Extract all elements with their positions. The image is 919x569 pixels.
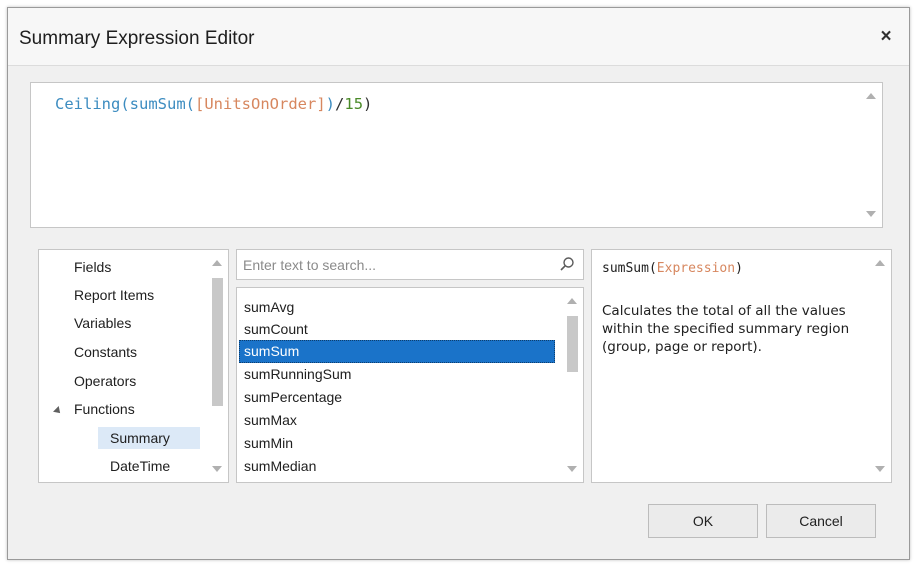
list-item-summin[interactable]: sumMin xyxy=(239,432,555,455)
scroll-up-icon[interactable] xyxy=(866,93,876,99)
list-item-sumrunningsum[interactable]: sumRunningSum xyxy=(239,363,555,386)
list-item-sumavg[interactable]: sumAvg xyxy=(239,296,555,319)
list-item-summax[interactable]: sumMax xyxy=(239,409,555,432)
tree-item-label: DateTime xyxy=(110,458,171,474)
list-item-sumpercentage[interactable]: sumPercentage xyxy=(239,386,555,409)
signature-paren: ) xyxy=(735,261,743,276)
list-scrollbar[interactable] xyxy=(561,288,583,482)
cancel-button[interactable]: Cancel xyxy=(766,504,876,538)
function-description-text: Calculates the total of all the values w… xyxy=(602,303,850,355)
list-item-sumsum[interactable]: sumSum xyxy=(239,340,555,363)
tree-item-operators[interactable]: Operators xyxy=(74,370,136,392)
tree-item-datetime[interactable]: DateTime xyxy=(98,455,200,477)
function-search-input[interactable]: Enter text to search... xyxy=(236,249,584,280)
tree-item-fields[interactable]: Fields xyxy=(74,256,111,278)
close-button[interactable]: × xyxy=(875,26,897,48)
title-bar: Summary Expression Editor × xyxy=(8,8,909,66)
token-function-sumsum: sumSum xyxy=(129,95,186,113)
list-item-summedian[interactable]: sumMedian xyxy=(239,455,555,478)
search-icon[interactable] xyxy=(559,256,575,272)
token-op: / xyxy=(335,95,345,113)
scroll-down-icon[interactable] xyxy=(875,466,885,472)
signature-param: Expression xyxy=(656,261,736,276)
tree-item-constants[interactable]: Constants xyxy=(74,341,137,363)
scroll-up-icon[interactable] xyxy=(212,260,222,266)
tree-item-variables[interactable]: Variables xyxy=(74,312,131,334)
function-list: sumAvg sumCount sumSum sumRunningSum sum… xyxy=(236,287,584,483)
expression-editor[interactable]: Ceiling(sumSum([UnitsOnOrder])/15) xyxy=(30,82,883,228)
expression-text[interactable]: Ceiling(sumSum([UnitsOnOrder])/15) xyxy=(55,95,372,113)
search-placeholder: Enter text to search... xyxy=(243,257,377,273)
scroll-down-icon[interactable] xyxy=(866,211,876,217)
function-signature: sumSum(Expression) xyxy=(602,261,743,276)
tree-item-functions[interactable]: Functions xyxy=(74,398,135,420)
signature-paren: ( xyxy=(648,261,657,276)
dialog-title: Summary Expression Editor xyxy=(19,28,255,49)
tree-item-summary[interactable]: Summary xyxy=(98,427,200,449)
token-paren-close: ) xyxy=(363,95,373,113)
token-paren: ( xyxy=(185,95,196,113)
list-item-sumcount[interactable]: sumCount xyxy=(239,318,555,341)
scroll-thumb[interactable] xyxy=(567,316,578,372)
scroll-down-icon[interactable] xyxy=(567,466,577,472)
signature-name: sumSum xyxy=(602,261,649,276)
token-paren-close-inner: ) xyxy=(325,95,336,113)
description-scrollbar[interactable] xyxy=(869,250,891,482)
scroll-down-icon[interactable] xyxy=(212,466,222,472)
scroll-thumb[interactable] xyxy=(212,278,223,406)
tree-scrollbar[interactable] xyxy=(206,250,228,482)
category-tree: Fields Report Items Variables Constants … xyxy=(38,249,229,483)
scroll-up-icon[interactable] xyxy=(567,298,577,304)
expand-arrow-icon[interactable] xyxy=(53,406,63,416)
ok-button[interactable]: OK xyxy=(648,504,758,538)
scroll-up-icon[interactable] xyxy=(875,260,885,266)
tree-item-label: Summary xyxy=(110,430,170,446)
token-paren: ( xyxy=(120,95,130,113)
token-function-ceiling: Ceiling xyxy=(55,95,121,113)
token-number: 15 xyxy=(344,95,364,113)
function-description: sumSum(Expression) Calculates the total … xyxy=(591,249,892,483)
expression-scrollbar[interactable] xyxy=(860,83,882,227)
tree-item-report-items[interactable]: Report Items xyxy=(74,284,154,306)
token-field: [UnitsOnOrder] xyxy=(195,95,326,113)
